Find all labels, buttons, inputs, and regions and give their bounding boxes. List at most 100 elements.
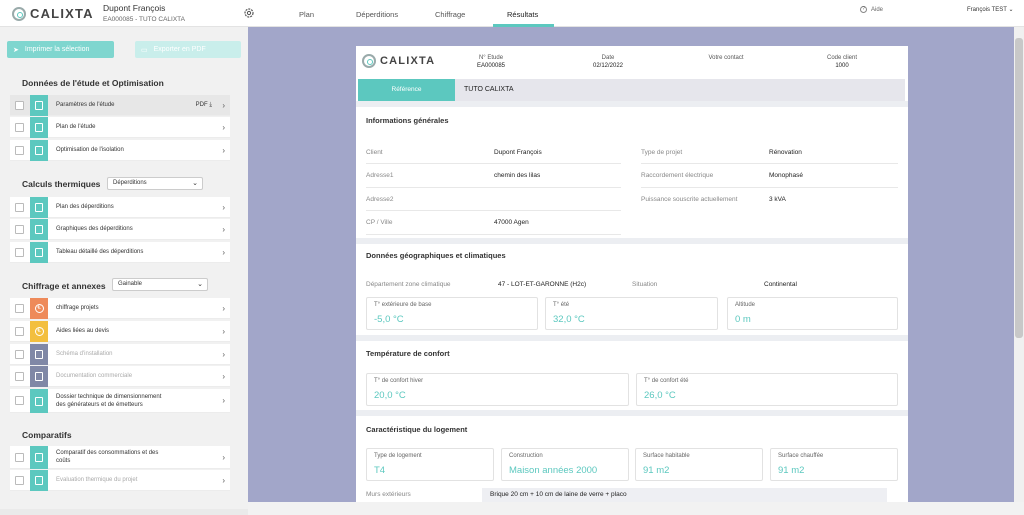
checkbox[interactable] <box>15 304 24 313</box>
document-viewer[interactable]: CALIXTA N° Etude EA000085 Date 02/12/2022 … <box>248 27 1014 502</box>
chevron-right-icon: › <box>222 326 225 336</box>
sidebar-item-optimisation[interactable]: Optimisation de l'isolation › <box>10 140 230 161</box>
euro-icon: € <box>30 298 48 319</box>
deperditions-select[interactable]: Déperditions ⌄ <box>107 177 203 190</box>
label-type-projet: Type de projet <box>641 149 683 156</box>
gear-icon[interactable] <box>243 7 255 19</box>
app-logo[interactable]: CALIXTA <box>12 6 94 21</box>
sidebar-item-evaluation[interactable]: Evaluation thermique du projet › <box>10 470 230 491</box>
section-title-chiffrage: Chiffrage et annexes <box>22 281 106 291</box>
chevron-right-icon: › <box>222 202 225 212</box>
sidebar-item-documentation[interactable]: Documentation commerciale › <box>10 366 230 387</box>
tab-plan[interactable]: Plan <box>299 10 314 19</box>
gainable-select[interactable]: Gainable ⌄ <box>112 278 208 291</box>
document-icon <box>30 117 48 138</box>
checkbox[interactable] <box>15 123 24 132</box>
tab-deperditions[interactable]: Déperditions <box>356 10 398 19</box>
row-divider <box>366 210 621 211</box>
pdf-download-link[interactable]: PDF ⤓ <box>196 102 212 109</box>
card-altitude: Altitude 0 m <box>727 297 898 330</box>
section-divider <box>356 238 908 244</box>
header-etude: N° Etude EA000085 <box>476 55 506 69</box>
section-title-calculs: Calculs thermiques <box>22 179 101 189</box>
sidebar-item-parametres[interactable]: Paramètres de l'étude PDF ⤓ › <box>10 95 230 116</box>
label-raccordement: Raccordement électrique <box>641 172 714 179</box>
row-divider <box>366 187 621 188</box>
chevron-right-icon: › <box>222 371 225 381</box>
value-cp-ville: 47000 Agen <box>494 219 529 226</box>
checkbox[interactable] <box>15 225 24 234</box>
sidebar-item-aides[interactable]: € Aides liées au devis › <box>10 321 230 342</box>
card-surface-chauffee: Surface chauffée 91 m2 <box>770 448 898 481</box>
project-reference: EA000085 - TUTO CALIXTA <box>103 16 186 23</box>
sidebar-item-tableau[interactable]: Tableau détaillé des déperditions › <box>10 242 230 263</box>
checkbox[interactable] <box>15 453 24 462</box>
label-client: Client <box>366 149 383 156</box>
label-puissance: Puissance souscrite actuellement <box>641 196 738 203</box>
checkbox[interactable] <box>15 146 24 155</box>
chevron-right-icon: › <box>222 303 225 313</box>
card-temp-ete: T° été 32,0 °C <box>545 297 718 330</box>
reference-value: TUTO CALIXTA <box>464 86 514 93</box>
tab-resultats[interactable]: Résultats <box>507 10 538 19</box>
card-confort-hiver: T° de confort hiver 20,0 °C <box>366 373 629 406</box>
account-menu[interactable]: François TEST ⌄ <box>967 6 1014 13</box>
sidebar-item-comparatif[interactable]: Comparatif des consommations et des coûts… <box>10 446 230 469</box>
section-divider <box>356 101 908 107</box>
sidebar-bottom-bar <box>0 509 248 515</box>
row-divider <box>366 234 621 235</box>
card-construction: Construction Maison années 2000 <box>501 448 629 481</box>
chevron-right-icon: › <box>222 349 225 359</box>
checkbox[interactable] <box>15 372 24 381</box>
checkbox[interactable] <box>15 248 24 257</box>
horizontal-scrollbar[interactable] <box>248 502 1024 515</box>
checkbox[interactable] <box>15 396 24 405</box>
chevron-right-icon: › <box>222 396 225 405</box>
section-informations-generales: Informations générales <box>366 116 449 125</box>
euro-icon: € <box>30 321 48 342</box>
card-type-logement: Type de logement T4 <box>366 448 494 481</box>
section-temperature-confort: Température de confort <box>366 349 450 358</box>
sidebar-item-chiffrage-projets[interactable]: € chiffrage projets › <box>10 298 230 319</box>
sidebar-item-plan-deperditions[interactable]: Plan des déperditions › <box>10 197 230 218</box>
help-link[interactable]: ? Aide <box>860 6 883 13</box>
sidebar-item-schema[interactable]: Schéma d'installation › <box>10 344 230 365</box>
calixta-logo-icon <box>362 54 376 68</box>
print-selection-button[interactable]: ➤ Imprimer la sélection <box>7 41 114 58</box>
label-adresse2: Adresse2 <box>366 196 394 203</box>
tab-chiffrage[interactable]: Chiffrage <box>435 10 465 19</box>
document-icon <box>30 140 48 161</box>
chevron-right-icon: › <box>222 122 225 132</box>
section-donnees-geo: Données géographiques et climatiques <box>366 251 506 260</box>
project-info: Dupont François EA000085 - TUTO CALIXTA <box>103 3 185 23</box>
sidebar: ➤ Imprimer la sélection ▭ Exporter en PDF … <box>0 27 248 509</box>
value-puissance: 3 kVA <box>769 196 786 203</box>
reference-tab[interactable]: Référence <box>358 79 455 101</box>
checkbox[interactable] <box>15 203 24 212</box>
checkbox[interactable] <box>15 350 24 359</box>
client-name: Dupont François <box>103 3 166 13</box>
section-title-etude: Données de l'étude et Optimisation <box>22 78 164 88</box>
chevron-down-icon: ⌄ <box>192 180 198 187</box>
murs-exterieurs-box: Brique 20 cm + 10 cm de laine de verre +… <box>482 488 887 502</box>
chevron-right-icon: › <box>222 475 225 485</box>
sidebar-item-graphiques[interactable]: Graphiques des déperditions › <box>10 219 230 240</box>
document-icon <box>30 344 48 365</box>
sidebar-item-dossier-technique[interactable]: Dossier technique de dimensionnement des … <box>10 389 230 413</box>
section-divider <box>356 410 908 416</box>
header-date: Date 02/12/2022 <box>592 55 624 69</box>
checkbox[interactable] <box>15 476 24 485</box>
section-divider <box>356 335 908 341</box>
section-title-comparatifs: Comparatifs <box>22 430 72 440</box>
document-icon <box>30 366 48 387</box>
label-murs-exterieurs: Murs extérieurs <box>366 491 411 498</box>
reference-bar: Référence TUTO CALIXTA <box>358 79 905 101</box>
checkbox[interactable] <box>15 327 24 336</box>
export-pdf-button[interactable]: ▭ Exporter en PDF <box>135 41 241 58</box>
vertical-scrollbar-thumb[interactable] <box>1015 38 1023 338</box>
value-murs-exterieurs: Brique 20 cm + 10 cm de laine de verre +… <box>490 491 627 498</box>
checkbox[interactable] <box>15 101 24 110</box>
sidebar-item-plan-etude[interactable]: Plan de l'étude › <box>10 117 230 138</box>
send-icon: ➤ <box>13 46 19 54</box>
chevron-right-icon: › <box>222 145 225 155</box>
